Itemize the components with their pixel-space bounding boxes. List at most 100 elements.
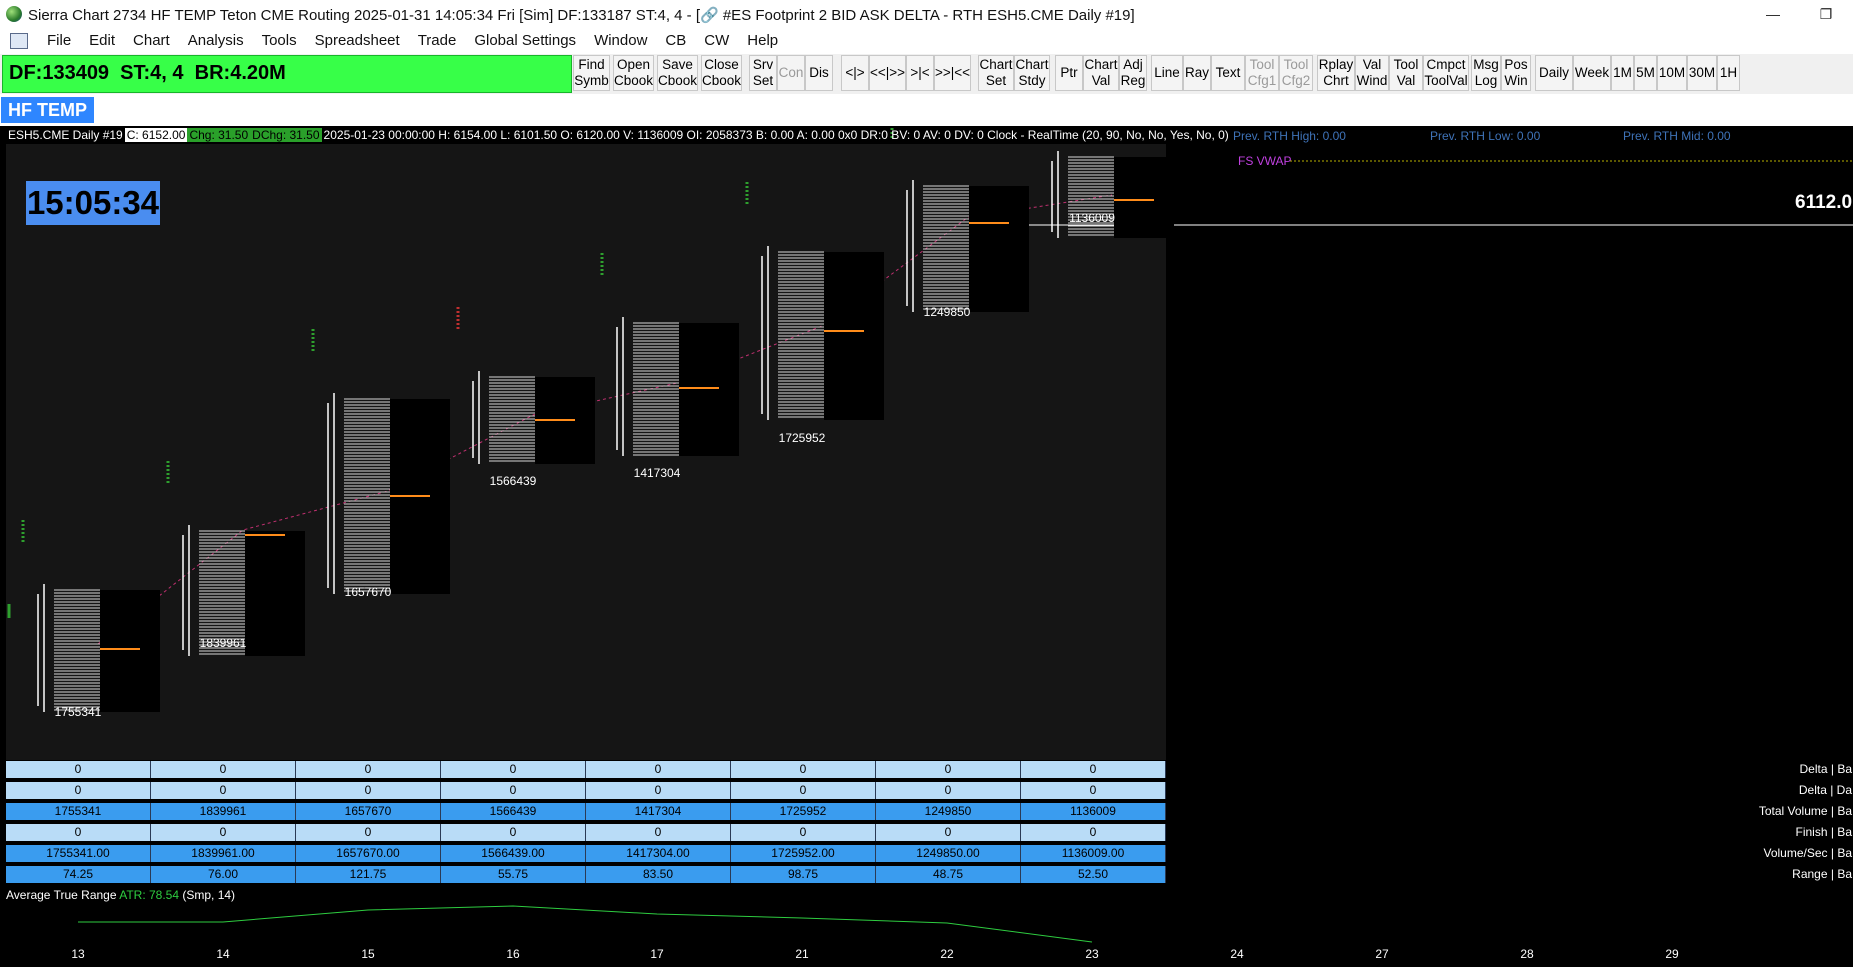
info-daily-change: DChg: 31.50 [250,128,322,142]
toolbar-button-pos-win[interactable]: Pos Win [1501,55,1531,91]
toolbar-button-label: >>|<< [934,65,971,80]
stats-cell: 0 [6,761,151,778]
toolbar-button-val-wind[interactable]: Val Wind [1355,55,1389,91]
toolbar-button-chart-stdy[interactable]: Chart Stdy [1014,55,1050,91]
stats-row-label: Volume/Sec | Ba [1763,846,1853,860]
toolbar-button-line[interactable]: Line [1151,55,1183,91]
toolbar-button-[interactable]: <<|>> [869,55,906,91]
stats-cell: 0 [151,761,296,778]
toolbar-button-5m[interactable]: 5M [1634,55,1657,91]
stats-row-label: Range | Ba [1792,867,1852,881]
toolbar-button-chart-set[interactable]: Chart Set [978,55,1014,91]
volume-profile-box [969,186,1029,312]
app-globe-icon[interactable] [6,6,22,22]
toolbar-button-con[interactable]: Con [777,55,805,91]
menu-edit[interactable]: Edit [80,28,124,54]
date-tick: 14 [216,947,230,961]
toolbar-button-label: Tool Val [1393,57,1419,88]
stats-cell: 1725952.00 [731,845,876,862]
toolbar-button-chart-val[interactable]: Chart Val [1083,55,1119,91]
atr-value: ATR: 78.54 [119,888,180,902]
toolbar-button-30m[interactable]: 30M [1687,55,1717,91]
toolbar-button-label: Msg Log [1473,57,1499,88]
prev-rth-mid-label: Prev. RTH Mid: 0.00 [1623,129,1731,143]
menu-help[interactable]: Help [738,28,787,54]
stats-cell: 1566439 [441,803,586,820]
toolbar-button-close-cbook[interactable]: Close Cbook [701,55,742,91]
chart-area[interactable]: 1755341 1839961 1657670 1566439 1417304 17259… [0,126,1853,967]
menu-cw[interactable]: CW [695,28,738,54]
stats-cell: 1249850 [876,803,1021,820]
menu-chart[interactable]: Chart [124,28,179,54]
stats-cell: 0 [876,824,1021,841]
title-bar: Sierra Chart 2734 HF TEMP Teton CME Rout… [0,0,1853,29]
prev-rth-high-label: Prev. RTH High: 0.00 [1233,129,1346,143]
stats-cell: 1839961 [151,803,296,820]
stats-cell: 0 [586,782,731,799]
toolbar-button-label: Chart Val [1084,57,1118,88]
system-menu-icon[interactable] [10,33,28,49]
menu-spreadsheet[interactable]: Spreadsheet [306,28,409,54]
chartbook-tab-hf-temp[interactable]: HF TEMP [1,97,94,123]
volume-profile-box [679,323,739,456]
toolbar-button-1h[interactable]: 1H [1717,55,1740,91]
menu-tools[interactable]: Tools [253,28,306,54]
atr-line [78,905,1093,943]
toolbar-button-cmpct-toolval[interactable]: Cmpct ToolVal [1423,55,1469,91]
toolbar-button-week[interactable]: Week [1573,55,1611,91]
toolbar-button-label: Chart Stdy [1015,57,1049,88]
menu-analysis[interactable]: Analysis [179,28,253,54]
toolbar-button-10m[interactable]: 10M [1657,55,1687,91]
menu-file[interactable]: File [38,28,80,54]
toolbar-button-find-symb[interactable]: Find Symb [573,55,610,91]
toolbar-button-dis[interactable]: Dis [805,55,833,91]
stats-row: 1755341 1839961 1657670 1566439 1417304 17259… [6,803,1853,821]
chartbook-tab-bar: HF TEMP [0,94,1853,127]
toolbar-button-adj-reg[interactable]: Adj Reg [1119,55,1147,91]
toolbar-button-text[interactable]: Text [1211,55,1245,91]
toolbar-button-ptr[interactable]: Ptr [1055,55,1083,91]
toolbar-button-rplay-chrt[interactable]: Rplay Chrt [1317,55,1355,91]
date-tick: 24 [1230,947,1244,961]
stats-cell: 0 [151,824,296,841]
stats-row: 74.25 76.00 121.75 55.75 83.50 98.75 48.75 52.5… [6,866,1853,884]
toolbar-button-srv-set[interactable]: Srv Set [749,55,777,91]
menu-bar: File Edit Chart Analysis Tools Spreadsheet Tra… [0,28,1853,54]
toolbar-button-[interactable]: >|< [906,55,934,91]
stats-cell: 0 [296,782,441,799]
atr-params: (Smp, 14) [182,888,236,902]
stats-cell: 76.00 [151,866,296,883]
price-line-label: 6112.0 [1795,192,1853,213]
menu-window[interactable]: Window [585,28,656,54]
toolbar-button-msg-log[interactable]: Msg Log [1471,55,1501,91]
restore-button[interactable]: ❐ [1806,2,1846,26]
toolbar-button-label: Rplay Chrt [1318,57,1354,88]
stats-cell: 1417304.00 [586,845,731,862]
toolbar-button-save-cbook[interactable]: Save Cbook [657,55,698,91]
stats-cell: 0 [1021,761,1166,778]
stats-cell: 1657670.00 [296,845,441,862]
stats-row: 0 0 0 0 0 0 0 0 Finish | Ba [6,824,1853,842]
toolbar-button-label: <|> [845,65,865,80]
toolbar-button-[interactable]: >>|<< [934,55,971,91]
status-text: DF:133409 ST:4, 4 BR:4.20M [9,62,286,84]
info-close: C: 6152.00 [124,128,188,142]
menu-cb[interactable]: CB [656,28,695,54]
toolbar-button-1m[interactable]: 1M [1611,55,1634,91]
toolbar-button-label: Line [1154,65,1180,80]
toolbar-button-label: Text [1215,65,1241,80]
toolbar-button-[interactable]: <|> [841,55,869,91]
toolbar-button-open-cbook[interactable]: Open Cbook [613,55,654,91]
toolbar-button-ray[interactable]: Ray [1183,55,1211,91]
toolbar-button-label: 1M [1613,65,1632,80]
toolbar-button-tool-cfg2[interactable]: Tool Cfg2 [1279,55,1313,91]
toolbar-button-tool-cfg1[interactable]: Tool Cfg1 [1245,55,1279,91]
minimize-button[interactable]: — [1753,2,1793,26]
toolbar-button-label: Chart Set [979,57,1013,88]
toolbar-button-tool-val[interactable]: Tool Val [1389,55,1423,91]
menu-global-settings[interactable]: Global Settings [465,28,585,54]
menu-trade[interactable]: Trade [409,28,466,54]
atr-title: Average True Range [6,888,117,902]
toolbar-button-daily[interactable]: Daily [1535,55,1573,91]
prev-rth-low-label: Prev. RTH Low: 0.00 [1430,129,1541,143]
